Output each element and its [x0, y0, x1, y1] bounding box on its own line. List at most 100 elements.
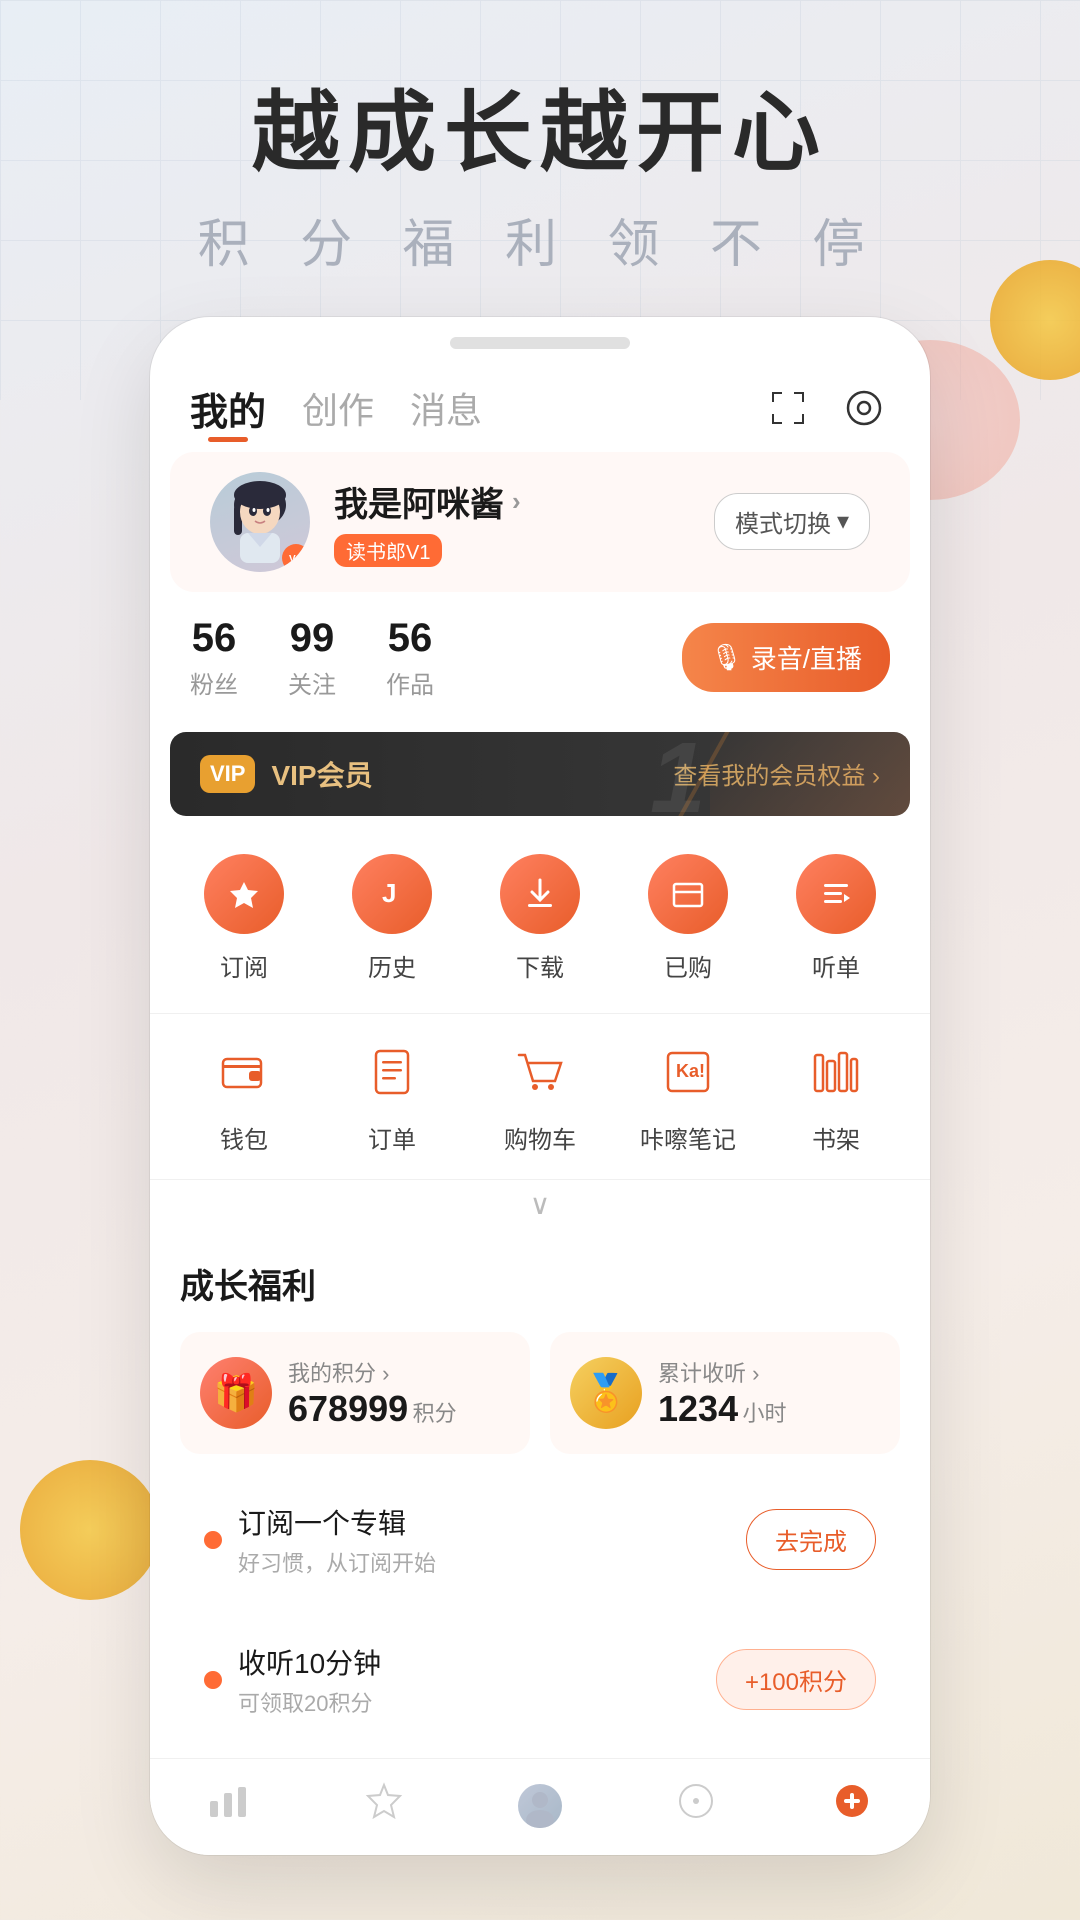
- task-desc-2: 可领取20积分: [238, 1686, 716, 1718]
- hours-number: 1234: [658, 1388, 738, 1429]
- vip-deco-number: 1: [650, 732, 770, 816]
- hours-icon: 🏅: [570, 1357, 642, 1429]
- tool-notes[interactable]: Ka! 咔嚓笔记: [614, 1038, 762, 1171]
- quick-item-subscribe[interactable]: 订阅: [170, 854, 318, 983]
- phone-mockup: 我的 创作 消息: [150, 317, 930, 1855]
- subscribe-icon: [204, 854, 284, 934]
- welfare-card-points[interactable]: 🎁 我的积分 › 678999 积分: [180, 1332, 530, 1454]
- works-count: 56: [386, 616, 434, 661]
- tool-cart[interactable]: 购物车: [466, 1038, 614, 1171]
- scan-icon-button[interactable]: [762, 382, 814, 434]
- phone-notch: [450, 337, 630, 349]
- tool-order[interactable]: 订单: [318, 1038, 466, 1171]
- cart-icon: [505, 1038, 575, 1108]
- playlist-label: 听单: [812, 948, 860, 983]
- bottom-nav-compass[interactable]: [618, 1779, 774, 1839]
- tool-wallet[interactable]: 钱包: [170, 1038, 318, 1171]
- record-button[interactable]: 🎙 录音/直播: [682, 623, 890, 692]
- points-icon: 🎁: [200, 1357, 272, 1429]
- bottom-nav-profile[interactable]: [462, 1784, 618, 1834]
- top-nav: 我的 创作 消息: [150, 349, 930, 452]
- stat-works[interactable]: 56 作品: [386, 616, 434, 700]
- hours-unit: 小时: [743, 1401, 787, 1426]
- compass-nav-icon: [674, 1779, 718, 1833]
- task-dot-2: [204, 1671, 222, 1689]
- quick-actions-grid: 订阅 J 历史: [150, 824, 930, 1014]
- svg-text:Ka!: Ka!: [676, 1061, 705, 1081]
- hours-top-label: 累计收听 ›: [658, 1356, 787, 1388]
- bookshelf-icon: [801, 1038, 871, 1108]
- welfare-card-hours[interactable]: 🏅 累计收听 › 1234 小时: [550, 1332, 900, 1454]
- task-info-2: 收听10分钟 可领取20积分: [238, 1642, 716, 1718]
- header-section: 越成长越开心 积 分 福 利 领 不 停: [0, 0, 1080, 317]
- vip-banner[interactable]: 1 VIP VIP会员 查看我的会员权益 ›: [170, 732, 910, 816]
- header-title: 越成长越开心: [0, 80, 1080, 186]
- points-top-label: 我的积分 ›: [288, 1356, 457, 1388]
- stat-fans[interactable]: 56 粉丝: [190, 616, 238, 700]
- task-info-1: 订阅一个专辑 好习惯，从订阅开始: [238, 1502, 746, 1578]
- chart-nav-icon: [206, 1781, 250, 1831]
- mode-switch-button[interactable]: 模式切换 ▾: [714, 493, 870, 550]
- bottom-nav-red[interactable]: [774, 1779, 930, 1839]
- profile-tag: 读书郎V1: [334, 534, 442, 567]
- subscribe-label: 订阅: [220, 948, 268, 983]
- wallet-icon: [209, 1038, 279, 1108]
- points-unit: 积分: [413, 1401, 457, 1426]
- phone-wrapper: 我的 创作 消息: [0, 317, 1080, 1855]
- task-btn-2[interactable]: +100积分: [716, 1649, 876, 1710]
- hours-info: 累计收听 › 1234 小时: [658, 1356, 787, 1430]
- more-arrow[interactable]: ∨: [150, 1180, 930, 1229]
- stats-row: 56 粉丝 99 关注 56 作品 🎙 录音/直播: [150, 592, 930, 724]
- history-icon: J: [352, 854, 432, 934]
- vip-icon: VIP: [200, 755, 255, 793]
- task-btn-1[interactable]: 去完成: [746, 1509, 876, 1570]
- mic-icon: 🎙: [710, 642, 743, 673]
- task-title-1: 订阅一个专辑: [238, 1502, 746, 1542]
- profile-name: 我是阿咪酱 ›: [334, 477, 714, 526]
- bottom-nav-star[interactable]: [306, 1779, 462, 1839]
- stat-following[interactable]: 99 关注: [288, 616, 336, 700]
- bottom-nav-avatar: [518, 1784, 562, 1828]
- purchased-label: 已购: [664, 948, 712, 983]
- quick-item-history[interactable]: J 历史: [318, 854, 466, 983]
- order-label: 订单: [368, 1120, 416, 1155]
- task-desc-1: 好习惯，从订阅开始: [238, 1546, 746, 1578]
- task-item-subscribe: 订阅一个专辑 好习惯，从订阅开始 去完成: [180, 1478, 900, 1602]
- avatar[interactable]: V: [210, 472, 310, 572]
- quick-item-download[interactable]: 下载: [466, 854, 614, 983]
- tool-bookshelf[interactable]: 书架: [762, 1038, 910, 1171]
- download-label: 下载: [516, 948, 564, 983]
- playlist-icon: [796, 854, 876, 934]
- download-icon: [500, 854, 580, 934]
- quick-item-playlist[interactable]: 听单: [762, 854, 910, 983]
- profile-name-arrow: ›: [512, 486, 521, 517]
- svg-text:J: J: [382, 878, 396, 908]
- task-title-2: 收听10分钟: [238, 1642, 716, 1682]
- fans-count: 56: [190, 616, 238, 661]
- notes-label: 咔嚓笔记: [640, 1120, 736, 1155]
- works-label: 作品: [386, 665, 434, 700]
- task-item-listen: 收听10分钟 可领取20积分 +100积分: [180, 1618, 900, 1742]
- welfare-title: 成长福利: [180, 1259, 900, 1308]
- purchased-icon: [648, 854, 728, 934]
- quick-item-purchased[interactable]: 已购: [614, 854, 762, 983]
- profile-info: 我是阿咪酱 › 读书郎V1: [334, 477, 714, 567]
- svg-text:V: V: [289, 554, 296, 565]
- task-dot-1: [204, 1531, 222, 1549]
- tab-create[interactable]: 创作: [302, 382, 374, 434]
- settings-icon-button[interactable]: [838, 382, 890, 434]
- welfare-cards: 🎁 我的积分 › 678999 积分 🏅 累计收: [180, 1332, 900, 1454]
- tab-message[interactable]: 消息: [410, 382, 482, 434]
- svg-text:1: 1: [650, 732, 706, 816]
- points-info: 我的积分 › 678999 积分: [288, 1356, 457, 1430]
- notes-icon: Ka!: [653, 1038, 723, 1108]
- order-icon: [357, 1038, 427, 1108]
- vip-small-badge: V: [282, 544, 310, 572]
- history-label: 历史: [368, 948, 416, 983]
- star-nav-icon: [362, 1779, 406, 1833]
- following-label: 关注: [288, 665, 336, 700]
- tab-mine[interactable]: 我的: [190, 381, 266, 436]
- header-subtitle: 积 分 福 利 领 不 停: [0, 202, 1080, 277]
- bottom-navigation: [150, 1758, 930, 1855]
- bottom-nav-chart[interactable]: [150, 1781, 306, 1837]
